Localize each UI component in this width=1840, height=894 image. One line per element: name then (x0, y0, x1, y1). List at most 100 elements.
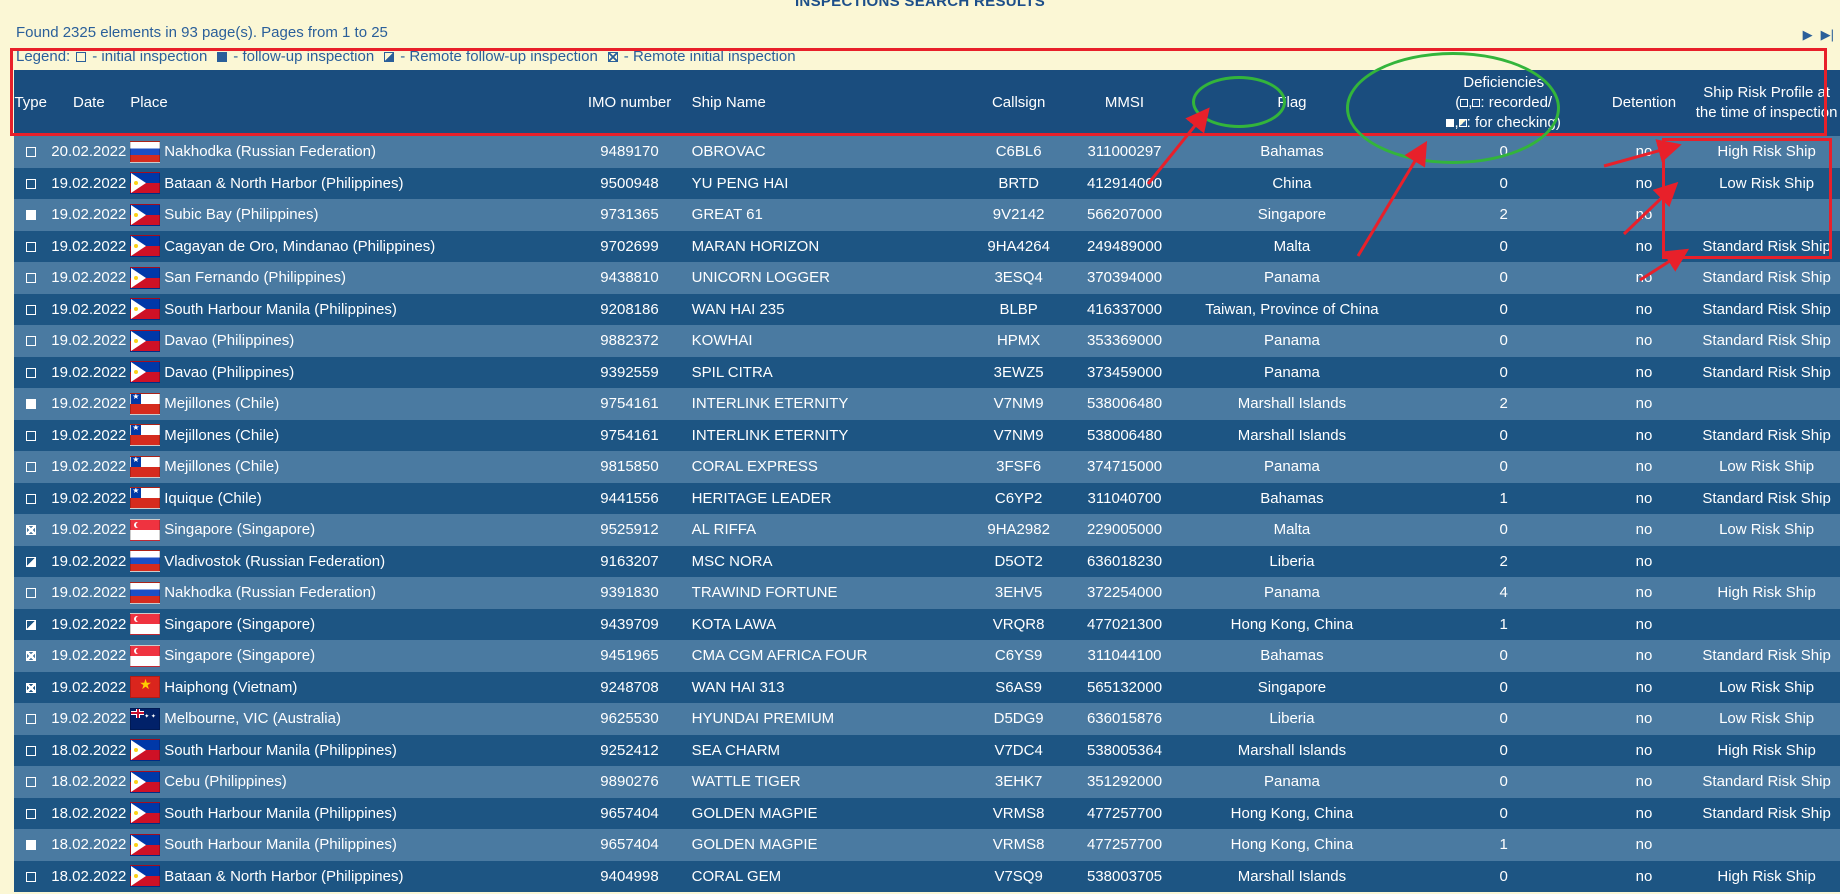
table-row[interactable]: 19.02.2022 Iquique (Chile) 9441556HERITAGE… (14, 482, 1840, 514)
ship-name-cell[interactable]: CORAL EXPRESS (684, 458, 960, 475)
imo-cell[interactable]: 9815850 (575, 458, 683, 475)
imo-cell[interactable]: 9754161 (575, 427, 683, 444)
initial-inspection-icon[interactable] (25, 462, 36, 473)
last-page-icon[interactable]: ▶| (1821, 28, 1834, 42)
column-header-flag[interactable]: Flag (1171, 93, 1412, 113)
ship-name-cell[interactable]: TRAWIND FORTUNE (684, 584, 960, 601)
table-row[interactable]: 19.02.2022 South Harbour Manila (Philippi… (14, 293, 1840, 325)
ship-name-cell[interactable]: CMA CGM AFRICA FOUR (684, 647, 960, 664)
imo-cell[interactable]: 9451965 (575, 647, 683, 664)
next-page-icon[interactable]: ▶ (1803, 28, 1813, 42)
column-header-ship-name[interactable]: Ship Name (684, 93, 960, 113)
initial-inspection-icon[interactable] (25, 367, 36, 378)
ship-name-cell[interactable]: SEA CHARM (684, 742, 960, 759)
remote-followup-inspection-icon[interactable] (25, 619, 36, 630)
initial-inspection-icon[interactable] (25, 493, 36, 504)
imo-cell[interactable]: 9404998 (575, 868, 683, 885)
followup-inspection-icon[interactable] (25, 210, 36, 221)
table-row[interactable]: 19.02.2022 San Fernando (Philippines) 9438… (14, 262, 1840, 294)
column-header-detention[interactable]: Detention (1595, 93, 1693, 113)
imo-cell[interactable]: 9657404 (575, 836, 683, 853)
remote-initial-inspection-icon[interactable] (25, 651, 36, 662)
initial-inspection-icon[interactable] (25, 714, 36, 725)
remote-followup-inspection-icon[interactable] (25, 556, 36, 567)
table-row[interactable]: 19.02.2022 Singapore (Singapore) 9439709 KO… (14, 608, 1840, 640)
initial-inspection-icon[interactable] (25, 304, 36, 315)
ship-name-cell[interactable]: WAN HAI 235 (684, 301, 960, 318)
table-row[interactable]: 19.02.2022 Bataan & North Harbor (Philipp… (14, 167, 1840, 199)
imo-cell[interactable]: 9441556 (575, 490, 683, 507)
table-row[interactable]: 18.02.2022 South Harbour Manila (Philippi… (14, 797, 1840, 829)
imo-cell[interactable]: 9702699 (575, 238, 683, 255)
ship-name-cell[interactable]: OBROVAC (684, 143, 960, 160)
imo-cell[interactable]: 9754161 (575, 395, 683, 412)
ship-name-cell[interactable]: INTERLINK ETERNITY (684, 427, 960, 444)
ship-name-cell[interactable]: KOTA LAWA (684, 616, 960, 633)
imo-cell[interactable]: 9525912 (575, 521, 683, 538)
imo-cell[interactable]: 9731365 (575, 206, 683, 223)
ship-name-cell[interactable]: WAN HAI 313 (684, 679, 960, 696)
table-row[interactable]: 19.02.2022 Melbourne, VIC (Australia) 9625… (14, 703, 1840, 735)
ship-name-cell[interactable]: UNICORN LOGGER (684, 269, 960, 286)
imo-cell[interactable]: 9248708 (575, 679, 683, 696)
column-header-mmsi[interactable]: MMSI (1078, 93, 1172, 113)
table-row[interactable]: 19.02.2022 Subic Bay (Philippines) 9731365… (14, 199, 1840, 231)
ship-name-cell[interactable]: YU PENG HAI (684, 175, 960, 192)
column-header-type[interactable]: Type (14, 93, 47, 113)
ship-name-cell[interactable]: HERITAGE LEADER (684, 490, 960, 507)
imo-cell[interactable]: 9489170 (575, 143, 683, 160)
initial-inspection-icon[interactable] (25, 147, 36, 158)
initial-inspection-icon[interactable] (25, 241, 36, 252)
ship-name-cell[interactable]: CORAL GEM (684, 868, 960, 885)
ship-name-cell[interactable]: AL RIFFA (684, 521, 960, 538)
initial-inspection-icon[interactable] (25, 178, 36, 189)
table-row[interactable]: 19.02.2022 Cagayan de Oro, Mindanao (Phil… (14, 230, 1840, 262)
table-row[interactable]: 18.02.2022 South Harbour Manila (Philippi… (14, 829, 1840, 861)
ship-name-cell[interactable]: INTERLINK ETERNITY (684, 395, 960, 412)
ship-name-cell[interactable]: WATTLE TIGER (684, 773, 960, 790)
column-header-place[interactable]: Place (130, 93, 575, 113)
table-row[interactable]: 18.02.2022 Cebu (Philippines) 9890276 WATTL… (14, 766, 1840, 798)
initial-inspection-icon[interactable] (25, 808, 36, 819)
imo-cell[interactable]: 9439709 (575, 616, 683, 633)
imo-cell[interactable]: 9392559 (575, 364, 683, 381)
ship-name-cell[interactable]: HYUNDAI PREMIUM (684, 710, 960, 727)
initial-inspection-icon[interactable] (25, 777, 36, 788)
table-row[interactable]: 19.02.2022 Davao (Philippines) 9882372 KOWH… (14, 325, 1840, 357)
ship-name-cell[interactable]: GOLDEN MAGPIE (684, 836, 960, 853)
ship-name-cell[interactable]: MARAN HORIZON (684, 238, 960, 255)
table-row[interactable]: 20.02.2022 Nakhodka (Russian Federation) 9… (14, 136, 1840, 168)
initial-inspection-icon[interactable] (25, 871, 36, 882)
ship-name-cell[interactable]: SPIL CITRA (684, 364, 960, 381)
imo-cell[interactable]: 9882372 (575, 332, 683, 349)
imo-cell[interactable]: 9890276 (575, 773, 683, 790)
table-row[interactable]: 19.02.2022 Singapore (Singapore) 9451965 CM… (14, 640, 1840, 672)
imo-cell[interactable]: 9252412 (575, 742, 683, 759)
followup-inspection-icon[interactable] (25, 840, 36, 851)
table-row[interactable]: 19.02.2022 Haiphong (Vietnam) 9248708WAN H… (14, 671, 1840, 703)
imo-cell[interactable]: 9657404 (575, 805, 683, 822)
column-header-imo[interactable]: IMO number (575, 93, 683, 113)
table-row[interactable]: 19.02.2022 Mejillones (Chile) 9754161INTER… (14, 388, 1840, 420)
initial-inspection-icon[interactable] (25, 588, 36, 599)
table-row[interactable]: 19.02.2022 Vladivostok (Russian Federatio… (14, 545, 1840, 577)
table-row[interactable]: 19.02.2022 Nakhodka (Russian Federation) 9… (14, 577, 1840, 609)
ship-name-cell[interactable]: GREAT 61 (684, 206, 960, 223)
table-row[interactable]: 19.02.2022 Mejillones (Chile) 9754161INTER… (14, 419, 1840, 451)
table-row[interactable]: 19.02.2022 Davao (Philippines) 9392559 SPIL… (14, 356, 1840, 388)
imo-cell[interactable]: 9438810 (575, 269, 683, 286)
table-row[interactable]: 19.02.2022 Singapore (Singapore) 9525912 AL… (14, 514, 1840, 546)
followup-inspection-icon[interactable] (25, 399, 36, 410)
imo-cell[interactable]: 9391830 (575, 584, 683, 601)
column-header-risk-profile[interactable]: Ship Risk Profile at the time of inspect… (1693, 83, 1840, 123)
initial-inspection-icon[interactable] (25, 273, 36, 284)
imo-cell[interactable]: 9208186 (575, 301, 683, 318)
remote-initial-inspection-icon[interactable] (25, 682, 36, 693)
column-header-deficiencies[interactable]: Deficiencies (,: recorded/ ,: for checki… (1413, 73, 1595, 133)
table-row[interactable]: 19.02.2022 Mejillones (Chile) 9815850CORAL… (14, 451, 1840, 483)
column-header-callsign[interactable]: Callsign (960, 93, 1078, 113)
remote-initial-inspection-icon[interactable] (25, 525, 36, 536)
initial-inspection-icon[interactable] (25, 745, 36, 756)
imo-cell[interactable]: 9500948 (575, 175, 683, 192)
column-header-date[interactable]: Date (47, 93, 130, 113)
